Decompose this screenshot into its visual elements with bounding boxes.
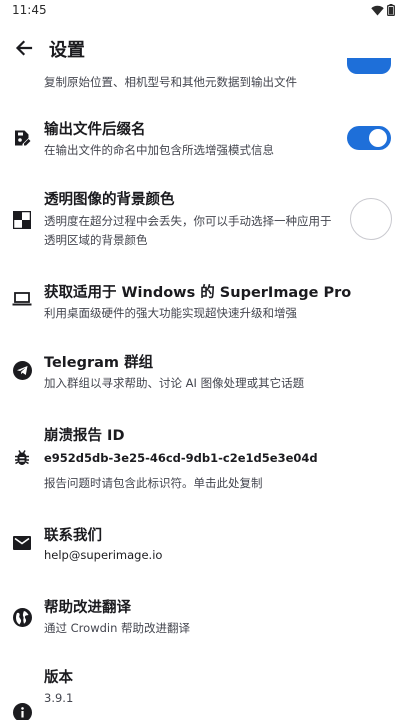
settings-item-subtitle: 在输出文件的命名中加包含所选增强模式信息 [44, 143, 274, 157]
toggle-knob [369, 129, 387, 147]
settings-item-background-color[interactable]: 透明图像的背景颜色 透明度在超分过程中会丢失，你可以手动选择一种应用于透明区域的… [0, 180, 405, 260]
info-icon [12, 702, 32, 720]
laptop-icon [12, 289, 32, 309]
settings-item-title: 透明图像的背景颜色 [44, 192, 175, 208]
status-icons [371, 4, 395, 16]
settings-item-translation[interactable]: 帮助改进翻译 通过 Crowdin 帮助改进翻译 [0, 590, 405, 648]
settings-item-subtitle: 加入群组以寻求帮助、讨论 AI 图像处理或其它话题 [44, 376, 305, 390]
globe-icon [12, 607, 32, 627]
settings-item-version[interactable]: 版本 3.9.1 [0, 660, 405, 720]
version-value: 3.9.1 [44, 691, 74, 705]
settings-item-title: 输出文件后缀名 [44, 122, 146, 138]
background-color-swatch[interactable] [350, 198, 392, 240]
settings-item-title: 获取适用于 Windows 的 SuperImage Pro [44, 285, 352, 301]
battery-icon [387, 4, 395, 16]
back-button[interactable] [10, 34, 38, 62]
page-title: 设置 [49, 40, 85, 61]
settings-item-subtitle: 通过 Crowdin 帮助改进翻译 [44, 621, 191, 635]
settings-item-subtitle: 复制原始位置、相机型号和其他元数据到输出文件 [44, 75, 297, 89]
settings-item-suffix[interactable]: 输出文件后缀名 在输出文件的命名中加包含所选增强模式信息 [0, 110, 405, 170]
settings-item-subtitle: 报告问题时请包含此标识符。单击此处复制 [44, 476, 263, 490]
status-bar: 11:45 [0, 0, 405, 22]
wifi-icon [371, 5, 384, 15]
mail-icon [12, 533, 32, 553]
crash-report-id-value: e952d5db-3e25-46cd-9db1-c2e1d5e3e04d [44, 451, 318, 465]
settings-item-title: 崩溃报告 ID [44, 428, 125, 444]
settings-item-subtitle: 透明度在超分过程中会丢失，你可以手动选择一种应用于透明区域的背景颜色 [44, 214, 332, 247]
settings-item-title: 版本 [44, 670, 73, 686]
arrow-left-icon [15, 40, 33, 56]
telegram-icon [12, 360, 32, 380]
settings-item-title: 帮助改进翻译 [44, 600, 131, 616]
settings-item-title: 联系我们 [44, 528, 102, 544]
checkerboard-icon [12, 210, 32, 230]
suffix-toggle[interactable] [347, 126, 391, 150]
app-bar: 设置 [0, 22, 405, 74]
settings-item-windows-pro[interactable]: 获取适用于 Windows 的 SuperImage Pro 利用桌面级硬件的强… [0, 275, 405, 330]
metadata-toggle[interactable] [347, 58, 391, 74]
settings-item-title: Telegram 群组 [44, 355, 154, 371]
settings-item-telegram[interactable]: Telegram 群组 加入群组以寻求帮助、讨论 AI 图像处理或其它话题 [0, 345, 405, 400]
settings-item-contact[interactable]: 联系我们 help@superimage.io [0, 518, 405, 576]
settings-item-subtitle: 利用桌面级硬件的强大功能实现超快速升级和增强 [44, 306, 297, 320]
bug-icon [12, 448, 32, 468]
status-time: 11:45 [12, 3, 47, 17]
settings-item-crash-id[interactable]: 崩溃报告 ID e952d5db-3e25-46cd-9db1-c2e1d5e3… [0, 418, 405, 500]
file-edit-icon [12, 128, 32, 148]
settings-item-metadata[interactable]: 复制原始位置、相机型号和其他元数据到输出文件 [0, 58, 405, 92]
contact-email-value: help@superimage.io [44, 548, 163, 562]
